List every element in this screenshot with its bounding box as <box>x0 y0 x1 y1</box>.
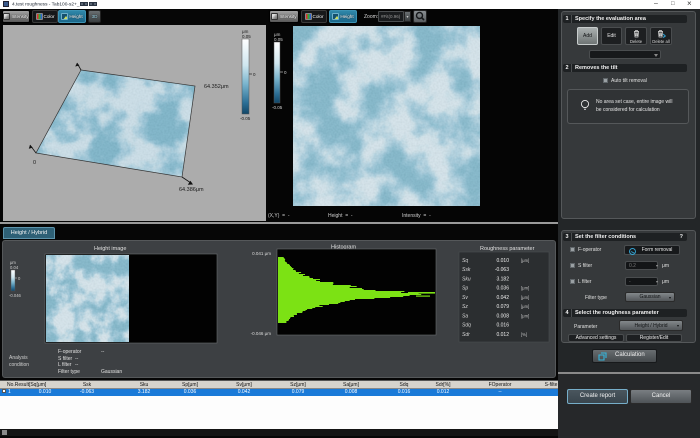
svg-text:[μm]: [μm] <box>521 258 529 263</box>
svg-text:0.079: 0.079 <box>496 304 509 310</box>
svg-text:Sdq: Sdq <box>462 323 471 329</box>
svg-text:0: 0 <box>253 72 256 77</box>
svg-text:0.042: 0.042 <box>496 295 509 301</box>
svg-text:0.05: 0.05 <box>242 34 251 39</box>
svg-text:64.352μm: 64.352μm <box>204 84 229 90</box>
svg-text:Height image: Height image <box>94 246 126 252</box>
svg-text:[μm]: [μm] <box>521 304 529 309</box>
svg-text:0.036: 0.036 <box>496 286 509 292</box>
svg-text:-0.05: -0.05 <box>240 116 251 121</box>
svg-text:-0.063: -0.063 <box>495 267 509 273</box>
svg-text:Sz: Sz <box>462 304 468 310</box>
svg-text:-0.046: -0.046 <box>9 293 22 298</box>
svg-text:[μm]: [μm] <box>521 295 529 300</box>
svg-text:0.041 μm: 0.041 μm <box>252 251 271 256</box>
svg-text:-0.05: -0.05 <box>272 105 283 110</box>
svg-text:[μm]: [μm] <box>521 313 529 318</box>
svg-text:3.182: 3.182 <box>496 276 509 282</box>
svg-text:-0.046 μm: -0.046 μm <box>251 331 272 336</box>
svg-text:[%]: [%] <box>521 332 527 337</box>
svg-text:0.012: 0.012 <box>496 332 509 338</box>
svg-text:Ssk: Ssk <box>462 267 471 273</box>
svg-text:0: 0 <box>284 70 287 75</box>
svg-text:0.016: 0.016 <box>496 323 509 329</box>
svg-text:Sv: Sv <box>462 295 468 301</box>
svg-text:Sa: Sa <box>462 313 468 319</box>
svg-text:Sq: Sq <box>462 258 468 264</box>
svg-text:Sdr: Sdr <box>462 332 470 338</box>
svg-text:Sku: Sku <box>462 276 471 282</box>
svg-text:0.04: 0.04 <box>10 265 19 270</box>
svg-text:0.008: 0.008 <box>496 313 509 319</box>
svg-text:Sp: Sp <box>462 286 468 292</box>
svg-text:64.386μm: 64.386μm <box>179 187 204 193</box>
svg-text:0.010: 0.010 <box>496 258 509 264</box>
svg-text:0: 0 <box>18 276 21 281</box>
svg-text:0: 0 <box>33 160 36 166</box>
svg-text:Roughness parameter: Roughness parameter <box>480 246 535 252</box>
svg-text:[μm]: [μm] <box>521 286 529 291</box>
svg-text:0.05: 0.05 <box>274 37 283 42</box>
